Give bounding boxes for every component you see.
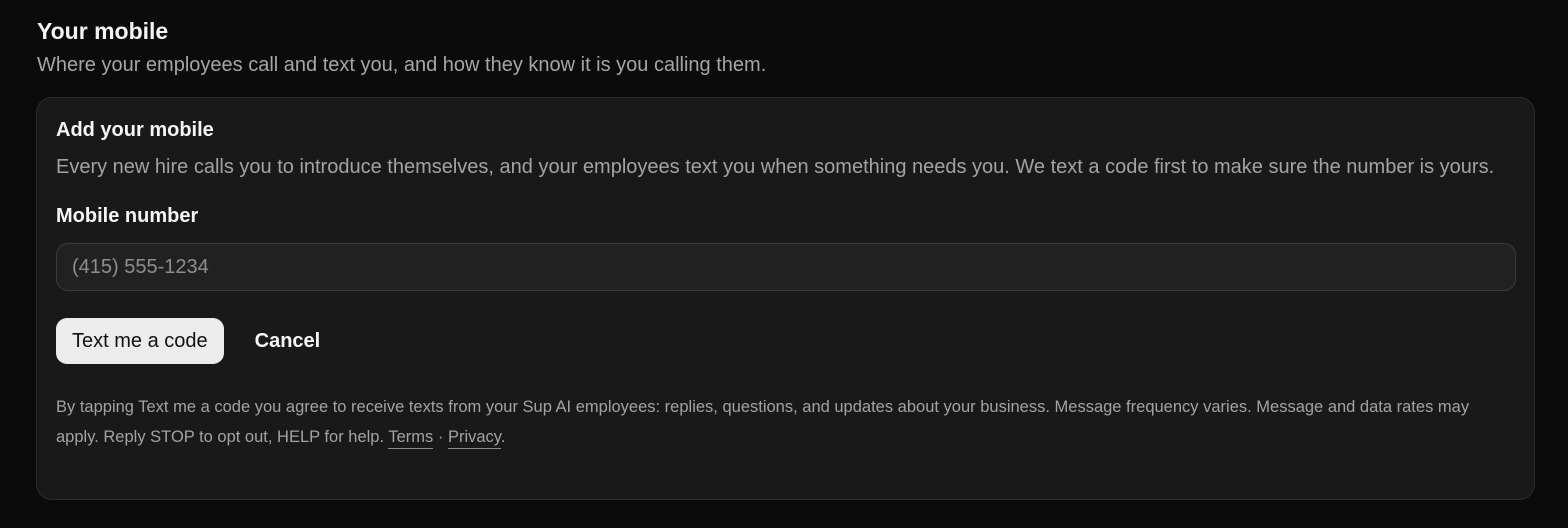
card-title: Add your mobile [56,119,214,141]
legal-end-punctuation: . [500,428,506,446]
legal-notice: By tapping Text me a code you agree to r… [56,392,1506,452]
mobile-number-label: Mobile number [56,205,199,227]
cancel-button[interactable]: Cancel [240,318,336,364]
section-title: Your mobile [37,18,169,44]
link-separator: · [437,428,444,446]
add-mobile-card: Add your mobile Every new hire calls you… [36,97,1535,500]
action-row: Text me a code Cancel [56,318,1515,364]
card-description: Every new hire calls you to introduce th… [56,156,1495,178]
privacy-link[interactable]: Privacy [447,428,501,449]
terms-link[interactable]: Terms [388,428,434,449]
legal-text: By tapping Text me a code you agree to r… [56,398,1470,446]
text-me-a-code-button[interactable]: Text me a code [56,318,224,364]
page: Your mobile Where your employees call an… [0,0,1568,528]
section-subtitle: Where your employees call and text you, … [37,54,767,76]
mobile-number-input[interactable] [56,243,1516,291]
